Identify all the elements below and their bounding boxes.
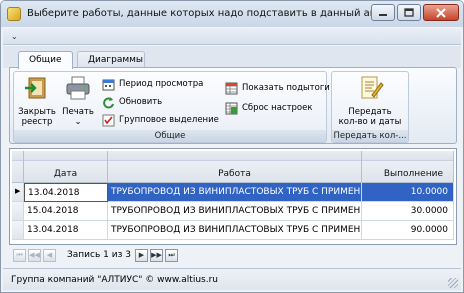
tab-general[interactable]: Общие (18, 51, 73, 69)
row-indicator (12, 202, 24, 221)
qat-dropdown-icon[interactable]: ⌄ (11, 32, 18, 41)
title-bar: Выберите работы, данные которых надо под… (1, 1, 463, 27)
cell-work[interactable]: ТРУБОПРОВОД ИЗ ВИНИПЛАСТОВЫХ ТРУБ С ПРИМ… (108, 183, 362, 202)
next-record-button[interactable]: ▶ (135, 249, 148, 262)
ribbon-panel: Закрыть реестр Печать ⌄ Период просмотра (9, 67, 457, 144)
reset-settings-button[interactable]: Сброс настроек (225, 100, 313, 116)
column-header-date[interactable]: Дата (24, 151, 108, 183)
column-header-work[interactable]: Работа (108, 151, 362, 183)
cell-completion[interactable]: 10.0000 (362, 183, 454, 202)
quick-access-toolbar: ⌄ (3, 29, 461, 45)
show-totals-button[interactable]: Показать подытоги (225, 80, 330, 96)
close-button[interactable] (423, 4, 459, 21)
ribbon-group-general-label: Общие (14, 130, 326, 142)
works-grid: Дата Работа Выполнение ▶ 13.04.2018 ТРУБ… (9, 148, 457, 245)
cell-completion[interactable]: 90.0000 (362, 221, 454, 240)
row-indicator (12, 221, 24, 240)
print-dropdown-icon: ⌄ (74, 117, 82, 127)
app-icon (7, 7, 21, 21)
close-icon (436, 7, 446, 18)
minimize-icon (379, 13, 387, 16)
cell-work[interactable]: ТРУБОПРОВОД ИЗ ВИНИПЛАСТОВЫХ ТРУБ С ПРИМ… (108, 221, 362, 240)
column-header-completion[interactable]: Выполнение (362, 151, 454, 183)
last-record-button[interactable]: ⏭ (165, 249, 178, 262)
resize-grip-icon[interactable] (448, 278, 458, 288)
reset-settings-icon (225, 102, 238, 114)
cell-work[interactable]: ТРУБОПРОВОД ИЗ ВИНИПЛАСТОВЫХ ТРУБ С ПРИМ… (108, 202, 362, 221)
column-header-indicator (12, 151, 24, 183)
transfer-label-2: кол-во и даты (338, 117, 402, 127)
transfer-label-1: Передать (348, 107, 392, 117)
view-period-label: Период просмотра (119, 79, 204, 89)
record-navigator: ⏮ ◀◀ ◀ Запись 1 из 3 ▶ ▶▶ ⏭ (9, 247, 457, 265)
refresh-button[interactable]: Обновить (102, 94, 162, 110)
window-title: Выберите работы, данные которых надо под… (27, 8, 385, 19)
row-indicator-icon: ▶ (12, 183, 24, 202)
minimize-button[interactable] (371, 4, 395, 21)
group-select-button[interactable]: Групповое выделение (102, 112, 219, 128)
ribbon-group-transfer-label: Передать кол-... (332, 130, 408, 142)
first-record-button[interactable]: ⏮ (13, 249, 26, 262)
close-registry-button[interactable]: Закрыть реестр (17, 75, 57, 131)
document-edit-icon (361, 76, 384, 99)
column-header-work-label: Работа (218, 169, 251, 179)
close-registry-label-2: реестр (21, 117, 53, 127)
prev-page-button[interactable]: ◀◀ (28, 249, 41, 262)
table-row[interactable]: ▶ 13.04.2018 ТРУБОПРОВОД ИЗ ВИНИПЛАСТОВЫ… (12, 183, 454, 202)
ribbon-group-transfer: Передать кол-во и даты Передать кол-... (331, 71, 409, 143)
status-text: Группа компаний "АЛТИУС" © www.altius.ru (11, 275, 218, 285)
refresh-label: Обновить (119, 97, 163, 107)
refresh-icon (103, 96, 114, 108)
ribbon-tabstrip: Общие Диаграммы (3, 46, 461, 69)
cell-completion[interactable]: 30.0000 (362, 202, 454, 221)
prev-record-button[interactable]: ◀ (43, 249, 56, 262)
main-window: Выберите работы, данные которых надо под… (0, 0, 464, 293)
table-row[interactable]: 15.04.2018 ТРУБОПРОВОД ИЗ ВИНИПЛАСТОВЫХ … (12, 202, 454, 221)
view-period-button[interactable]: Период просмотра (102, 76, 203, 92)
group-select-label: Групповое выделение (119, 115, 219, 125)
column-header-completion-label: Выполнение (383, 169, 443, 179)
printer-icon (66, 76, 90, 100)
reset-settings-label: Сброс настроек (242, 103, 313, 113)
status-bar: Группа компаний "АЛТИУС" © www.altius.ru (3, 268, 461, 290)
column-header-date-label: Дата (53, 169, 78, 179)
close-registry-label-1: Закрыть (18, 107, 56, 117)
group-select-icon (102, 114, 115, 126)
record-counter: Запись 1 из 3 (67, 250, 131, 260)
maximize-icon (404, 8, 414, 17)
totals-icon (225, 82, 238, 94)
close-registry-icon (25, 77, 46, 99)
print-label: Печать (62, 107, 94, 117)
ribbon-group-general: Закрыть реестр Печать ⌄ Период просмотра (13, 71, 330, 143)
calendar-icon (102, 79, 115, 90)
cell-date[interactable]: 15.04.2018 (24, 202, 108, 221)
next-page-button[interactable]: ▶▶ (150, 249, 163, 262)
cell-date[interactable]: 13.04.2018 (24, 183, 108, 202)
maximize-button[interactable] (397, 4, 421, 21)
show-totals-label: Показать подытоги (242, 83, 330, 93)
cell-date[interactable]: 13.04.2018 (24, 221, 108, 240)
transfer-qty-dates-button[interactable]: Передать кол-во и даты (336, 75, 404, 131)
print-button[interactable]: Печать ⌄ (60, 75, 96, 131)
table-row[interactable]: 13.04.2018 ТРУБОПРОВОД ИЗ ВИНИПЛАСТОВЫХ … (12, 221, 454, 240)
